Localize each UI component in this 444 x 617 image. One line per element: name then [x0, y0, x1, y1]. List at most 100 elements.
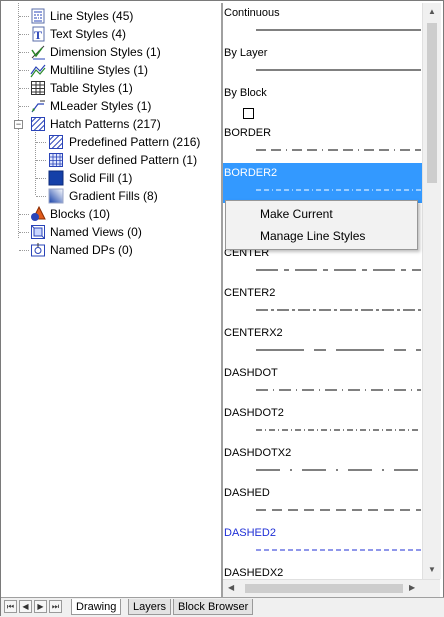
tab-drawing[interactable]: Drawing	[71, 599, 122, 615]
tree-item-text-styles[interactable]: T Text Styles (4)	[3, 25, 213, 43]
line-style-name: BORDER	[224, 127, 272, 139]
tree-connector	[19, 70, 29, 71]
line-style-name: CENTERX2	[224, 327, 283, 339]
line-style-name: Continuous	[224, 7, 280, 19]
line-style-list[interactable]: Continuous By Layer By Block BORDER BORD…	[223, 3, 422, 579]
tree-item-hatch-patterns[interactable]: − Hatch Patterns (217)	[3, 115, 213, 133]
user-defined-pattern-icon	[48, 152, 64, 168]
scroll-down-icon[interactable]: ▼	[428, 565, 436, 575]
tree-item-label: Named DPs (0)	[50, 243, 133, 257]
line-style-item[interactable]: DASHED2	[223, 523, 422, 563]
line-style-name: DASHDOT2	[224, 407, 284, 419]
tree-connector	[19, 88, 29, 89]
line-style-name: By Layer	[224, 47, 268, 59]
line-style-item[interactable]: DASHDOT2	[223, 403, 422, 443]
line-style-preview	[256, 149, 421, 151]
tree-connector	[36, 178, 46, 179]
sheet-tab-bar: ⏮ ◀ ▶ ⏭ Drawing Layers Block Browser	[1, 597, 444, 617]
solid-fill-icon	[48, 170, 64, 186]
manage-line-styles-menu-item[interactable]: Manage Line Styles	[260, 226, 365, 246]
collapse-toggle[interactable]: −	[14, 120, 23, 129]
tree-item-named-dps[interactable]: Named DPs (0)	[3, 241, 213, 259]
line-style-preview	[256, 309, 421, 311]
make-current-menu-item[interactable]: Make Current	[260, 204, 333, 224]
scroll-up-icon[interactable]: ▲	[428, 7, 436, 17]
line-style-name: DASHED2	[224, 527, 276, 539]
line-style-preview	[256, 349, 421, 351]
blocks-icon	[30, 205, 46, 222]
tree-item-user-defined-pattern[interactable]: User defined Pattern (1)	[3, 151, 213, 169]
tree-item-gradient-fills[interactable]: Gradient Fills (8)	[3, 187, 213, 205]
line-style-item-selected[interactable]: BORDER2	[223, 163, 422, 203]
tree-connector	[19, 214, 29, 215]
predefined-pattern-icon	[48, 134, 64, 150]
line-style-name: By Block	[224, 87, 267, 99]
line-style-item[interactable]: DASHDOTX2	[223, 443, 422, 483]
tree-item-multiline-styles[interactable]: Multiline Styles (1)	[3, 61, 213, 79]
tree-item-mleader-styles[interactable]: MLeader Styles (1)	[3, 97, 213, 115]
scroll-left-icon[interactable]: ◀	[228, 583, 234, 593]
line-style-name: DASHDOTX2	[224, 447, 292, 459]
named-views-icon	[30, 224, 46, 240]
tree-item-label: MLeader Styles (1)	[50, 99, 152, 113]
named-dps-icon	[30, 242, 46, 258]
tree-item-predefined-pattern[interactable]: Predefined Pattern (216)	[3, 133, 213, 151]
first-tab-button[interactable]: ⏮	[4, 600, 17, 613]
tree-item-label: Line Styles (45)	[50, 9, 134, 23]
line-style-name: BORDER2	[224, 167, 278, 179]
text-styles-icon: T	[30, 26, 46, 42]
line-style-item[interactable]: DASHDOT	[223, 363, 422, 403]
scroll-right-icon[interactable]: ▶	[409, 583, 415, 593]
tree-item-label: Solid Fill (1)	[69, 171, 133, 185]
tree-item-line-styles[interactable]: Line Styles (45)	[3, 7, 213, 25]
line-style-name: DASHEDX2	[224, 567, 284, 579]
line-style-item[interactable]: Continuous	[223, 3, 422, 43]
line-style-preview	[256, 189, 421, 191]
tab-layers[interactable]: Layers	[128, 599, 172, 615]
tree-connector	[36, 196, 46, 197]
previous-tab-button[interactable]: ◀	[19, 600, 32, 613]
line-style-preview	[256, 509, 421, 511]
last-tab-button[interactable]: ⏭	[49, 600, 62, 613]
tree-item-label: User defined Pattern (1)	[69, 153, 198, 167]
context-menu: Make Current Manage Line Styles	[225, 200, 418, 250]
tree-item-label: Table Styles (1)	[50, 81, 133, 95]
line-style-name: DASHED	[224, 487, 270, 499]
style-tree[interactable]: Line Styles (45) T Text Styles (4) Dimen…	[3, 3, 221, 597]
tree-item-label: Multiline Styles (1)	[50, 63, 149, 77]
line-style-item[interactable]: BORDER	[223, 123, 422, 163]
tree-item-label: Text Styles (4)	[50, 27, 127, 41]
vertical-scrollbar[interactable]: ▲ ▼	[422, 3, 441, 579]
tree-item-named-views[interactable]: Named Views (0)	[3, 223, 213, 241]
tab-block-browser[interactable]: Block Browser	[173, 599, 254, 615]
multiline-styles-icon	[30, 62, 46, 78]
line-style-preview	[256, 269, 421, 271]
tree-connector	[19, 106, 29, 107]
tree-connector	[19, 16, 29, 17]
scroll-thumb[interactable]	[427, 23, 437, 183]
tree-connector	[19, 250, 29, 251]
dimension-styles-icon	[30, 44, 46, 60]
mleader-styles-icon	[30, 98, 46, 114]
hatch-patterns-icon	[30, 116, 46, 132]
next-tab-button[interactable]: ▶	[34, 600, 47, 613]
line-style-preview	[256, 389, 421, 391]
tree-item-solid-fill[interactable]: Solid Fill (1)	[3, 169, 213, 187]
tree-item-label: Dimension Styles (1)	[50, 45, 161, 59]
line-style-item[interactable]: CENTERX2	[223, 323, 422, 363]
tree-item-label: Hatch Patterns (217)	[50, 117, 161, 131]
tree-item-label: Blocks (10)	[50, 207, 111, 221]
line-style-preview	[256, 469, 421, 471]
tree-item-dimension-styles[interactable]: Dimension Styles (1)	[3, 43, 213, 61]
line-styles-icon	[30, 8, 46, 24]
line-style-item[interactable]: By Block	[223, 83, 422, 123]
tree-item-blocks[interactable]: Blocks (10)	[3, 205, 213, 223]
line-style-item[interactable]: By Layer	[223, 43, 422, 83]
tree-item-label: Predefined Pattern (216)	[69, 135, 201, 149]
line-style-item[interactable]: DASHEDX2	[223, 563, 422, 579]
line-style-item[interactable]: DASHED	[223, 483, 422, 523]
line-style-item[interactable]: CENTER2	[223, 283, 422, 323]
scroll-thumb[interactable]	[245, 584, 403, 593]
tree-item-table-styles[interactable]: Table Styles (1)	[3, 79, 213, 97]
horizontal-scrollbar[interactable]: ◀ ▶	[223, 579, 440, 597]
